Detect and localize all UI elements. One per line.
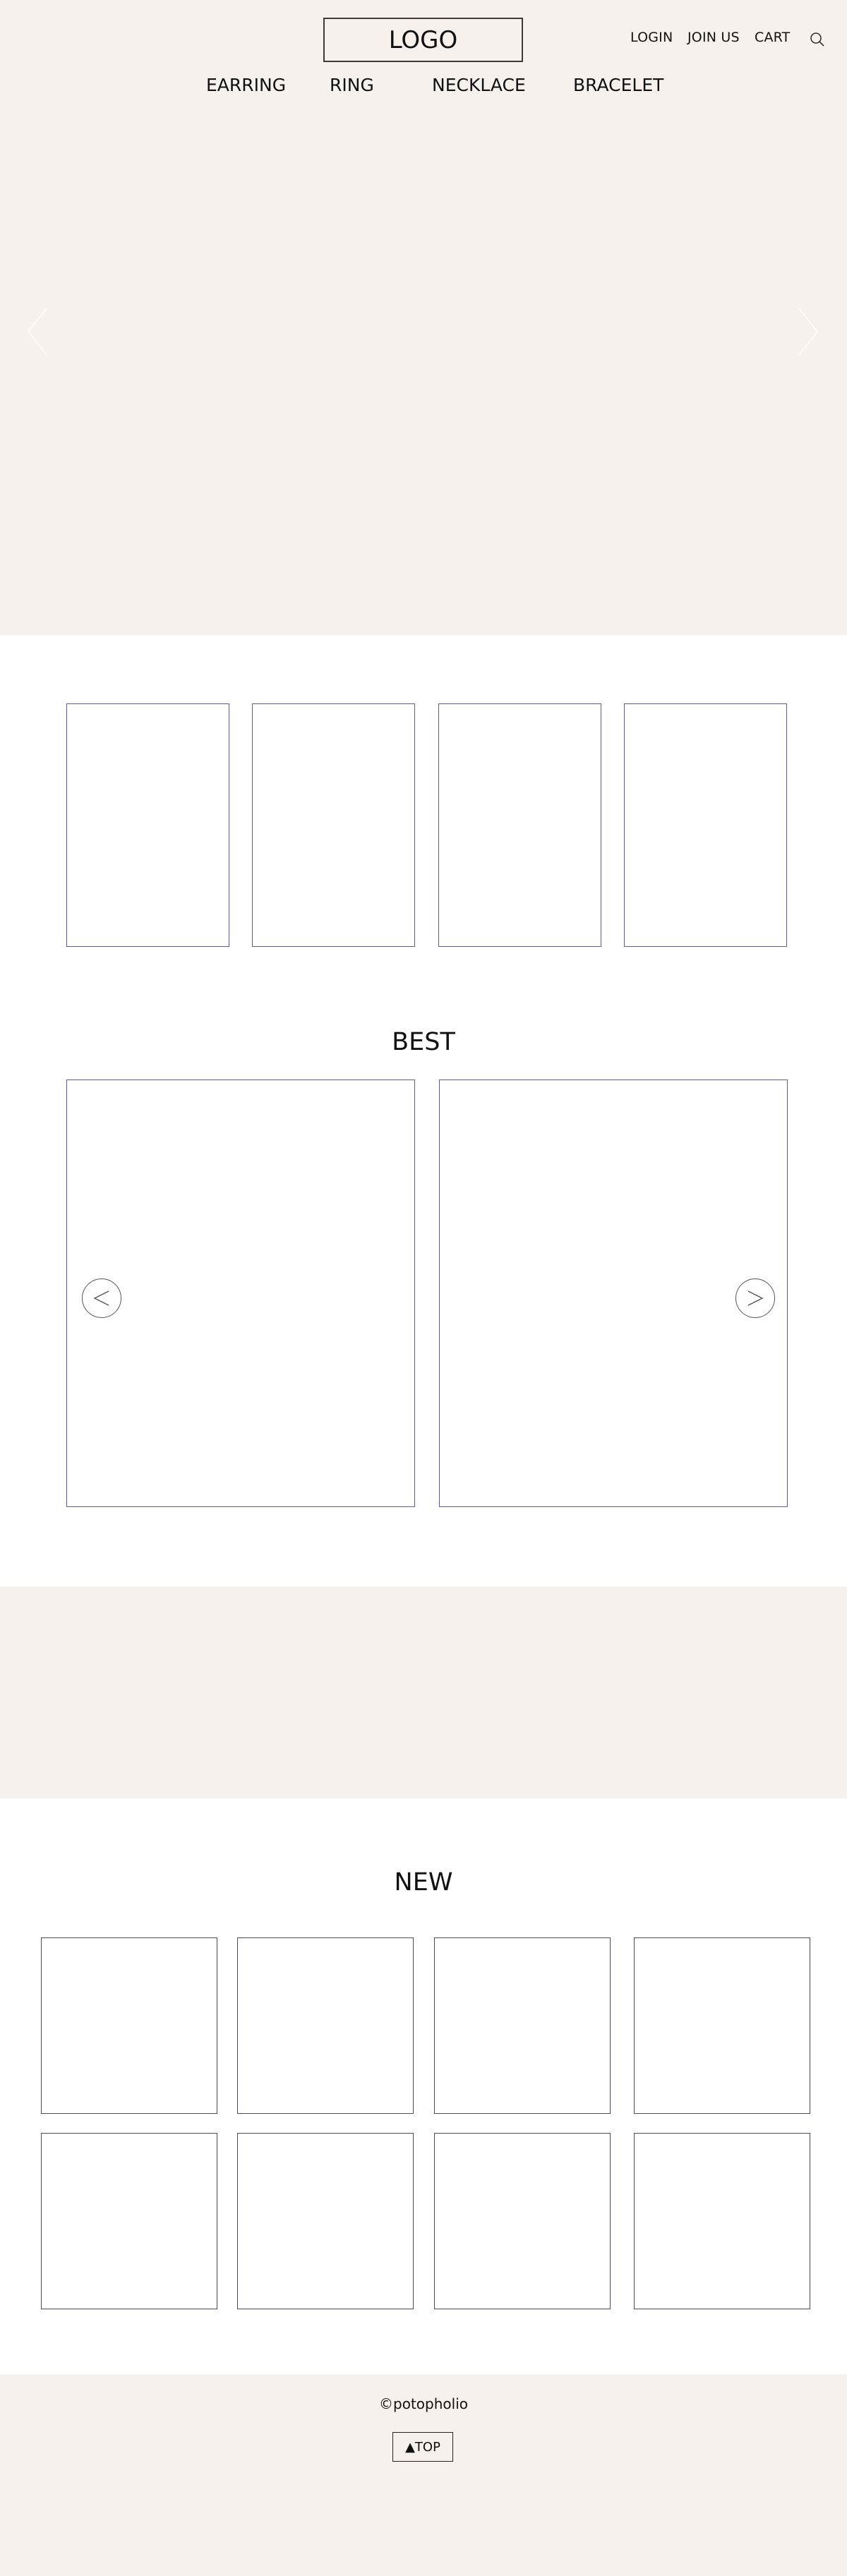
chevron-right-icon — [747, 1290, 764, 1306]
new-product-7[interactable] — [434, 2133, 611, 2309]
best-prev-button[interactable] — [82, 1278, 121, 1318]
new-product-5[interactable] — [41, 2133, 217, 2309]
promo-banner[interactable] — [0, 1587, 847, 1798]
cart-link[interactable]: CART — [755, 30, 791, 45]
category-image-1[interactable] — [66, 703, 229, 947]
new-product-6[interactable] — [237, 2133, 414, 2309]
new-product-4[interactable] — [634, 1937, 810, 2114]
new-product-2[interactable] — [237, 1937, 414, 2114]
new-product-1[interactable] — [41, 1937, 217, 2114]
hero-section: LOGO LOGIN JOIN US CART EARRING RING NEC… — [0, 0, 847, 635]
main-nav: EARRING RING NECKLACE BRACELET — [0, 75, 847, 99]
new-product-3[interactable] — [434, 1937, 611, 2114]
nav-item-bracelet[interactable]: BRACELET — [573, 75, 663, 95]
nav-item-necklace[interactable]: NECKLACE — [432, 75, 526, 95]
category-image-3[interactable] — [438, 703, 601, 947]
utility-nav: LOGIN JOIN US CART — [0, 30, 847, 51]
new-title: NEW — [394, 1868, 453, 1897]
category-image-2[interactable] — [252, 703, 415, 947]
copyright-text: ©potopholio — [379, 2395, 468, 2412]
chevron-left-icon — [93, 1290, 109, 1306]
category-image-4[interactable] — [624, 703, 787, 947]
footer: ©potopholio ▲TOP — [0, 2374, 847, 2576]
join-us-link[interactable]: JOIN US — [687, 30, 740, 45]
hero-next-chevron-right-icon[interactable] — [796, 307, 820, 356]
hero-prev-chevron-left-icon[interactable] — [25, 307, 49, 356]
best-title: BEST — [392, 1028, 455, 1056]
back-to-top-button[interactable]: ▲TOP — [392, 2432, 453, 2462]
nav-item-earring[interactable]: EARRING — [206, 75, 286, 95]
new-product-8[interactable] — [634, 2133, 810, 2309]
search-icon[interactable] — [809, 31, 826, 48]
nav-item-ring[interactable]: RING — [330, 75, 374, 95]
login-link[interactable]: LOGIN — [630, 30, 673, 45]
best-next-button[interactable] — [735, 1278, 775, 1318]
